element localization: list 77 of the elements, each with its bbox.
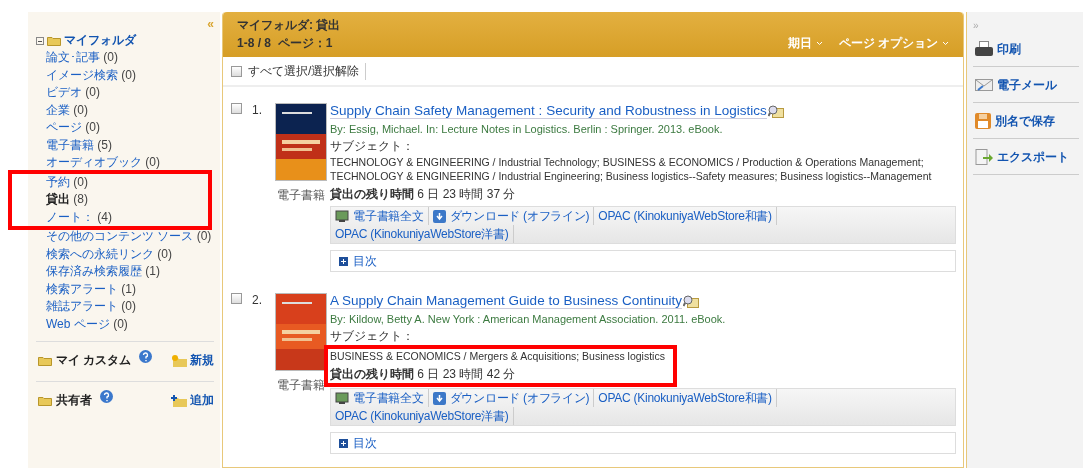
new-folder-icon xyxy=(171,354,187,367)
tool-link[interactable]: 別名で保存 xyxy=(973,103,1079,139)
caret-icon xyxy=(942,41,949,46)
folder-item[interactable]: その他のコンテンツ ソース (0) xyxy=(46,228,214,246)
help-icon[interactable] xyxy=(139,350,153,363)
subject-line: TECHNOLOGY & ENGINEERING / Industrial Engineering; Business logistics--Safety measures; Business logistics--Management xyxy=(330,169,932,184)
result-number: 1. xyxy=(252,103,263,120)
folder-icon xyxy=(38,355,52,366)
tool-link[interactable]: エクスポート xyxy=(973,139,1079,175)
loan-time-remaining: 貸出の残り時間 6 日 23 時間 37 分 xyxy=(330,186,516,204)
folder-item[interactable]: 企業 (0) xyxy=(46,101,214,119)
toc-link[interactable]: 目次 xyxy=(353,252,377,270)
add-folder-icon xyxy=(171,394,187,407)
folder-item[interactable]: Web ページ (0) xyxy=(46,315,214,333)
section-title: マイ カスタム xyxy=(56,352,132,369)
folder-item[interactable]: 論文･記事 (0) xyxy=(46,49,214,67)
full-text-link[interactable]: 電子書籍全文 xyxy=(331,389,429,408)
folder-item[interactable]: 雑誌アラート (0) xyxy=(46,298,214,316)
folder-item[interactable]: オーディオブック (0) xyxy=(46,154,214,172)
tool-link[interactable]: 電子メール xyxy=(973,67,1079,103)
format-label: 電子書籍 xyxy=(277,187,325,205)
folder-item[interactable]: 電子書籍 (5) xyxy=(46,136,214,154)
select-all-checkbox[interactable] xyxy=(231,65,242,77)
byline: By: Kildow, Betty A. New York : American Management Association. 2011. eBook. xyxy=(330,313,727,326)
folder-icon xyxy=(38,395,52,406)
loan-time-remaining: 貸出の残り時間 6 日 23 時間 42 分 xyxy=(330,366,516,384)
full-text-link[interactable]: OPAC (KinokuniyaWebStore和書) xyxy=(594,389,777,408)
caret-icon xyxy=(815,41,823,46)
folder-item[interactable]: 検索への永続リンク (0) xyxy=(46,245,214,263)
folder-item[interactable]: ノート： (4) xyxy=(46,208,208,226)
monitor-icon xyxy=(335,391,349,405)
result-title-link[interactable]: Supply Chain Safety Management : Security and Robustness in Logistics xyxy=(330,103,767,120)
help-icon[interactable] xyxy=(100,390,113,403)
result-number: 2. xyxy=(252,293,263,310)
tool-link[interactable]: 印刷 xyxy=(973,31,1079,67)
subject-line: BUSINESS & ECONOMICS / Mergers & Acquisitions; Business logistics xyxy=(330,349,665,364)
byline: By: Essig, Michael. In: Lecture Notes in Logistics. Berlin : Springer. 2013. eBook. xyxy=(330,123,724,136)
subject-label: サブジェクト： xyxy=(330,138,414,156)
result-title-link[interactable]: A Supply Chain Management Guide to Business Continuity xyxy=(330,293,682,310)
full-text-link[interactable]: ダウンロード (オフライン) xyxy=(428,389,595,408)
expand-icon[interactable] xyxy=(339,256,348,266)
preview-icon[interactable] xyxy=(682,294,699,308)
expand-icon[interactable] xyxy=(339,438,348,448)
panel-title: マイフォルダ: 貸出 xyxy=(237,17,341,34)
folder-item[interactable]: ページ (0) xyxy=(46,119,214,137)
export-icon xyxy=(975,149,993,165)
result-range: 1-8 / 8 ページ：1 xyxy=(237,35,334,52)
download-icon xyxy=(432,391,446,405)
folder-item[interactable]: ビデオ (0) xyxy=(46,84,214,102)
format-label: 電子書籍 xyxy=(277,377,325,395)
subject-label: サブジェクト： xyxy=(330,328,414,346)
full-text-link[interactable]: OPAC (KinokuniyaWebStore洋書) xyxy=(331,407,514,426)
collapse-tree-icon[interactable] xyxy=(36,36,44,45)
preview-icon[interactable] xyxy=(767,104,784,118)
full-text-link[interactable]: OPAC (KinokuniyaWebStore和書) xyxy=(594,207,777,226)
download-icon xyxy=(432,209,446,223)
full-text-link[interactable]: OPAC (KinokuniyaWebStore洋書) xyxy=(331,225,514,244)
result-checkbox[interactable] xyxy=(231,293,242,305)
folder-action-link[interactable]: 追加 xyxy=(171,392,214,409)
folder-item[interactable]: 予約 (0) xyxy=(46,173,208,191)
full-text-link[interactable]: ダウンロード (オフライン) xyxy=(428,207,595,226)
envelope-icon xyxy=(975,77,993,91)
folder-item[interactable]: イメージ検索 (0) xyxy=(46,66,214,84)
toc-link[interactable]: 目次 xyxy=(353,434,377,452)
subject-line: TECHNOLOGY & ENGINEERING / Industrial Technology; BUSINESS & ECONOMICS / Production & Operations Management; xyxy=(330,155,924,170)
section-title: 共有者 xyxy=(56,392,92,409)
monitor-icon xyxy=(335,209,349,223)
select-all-label[interactable]: すべて選択/選択解除 xyxy=(248,62,367,80)
result-checkbox[interactable] xyxy=(231,103,242,115)
full-text-link[interactable]: 電子書籍全文 xyxy=(331,207,429,226)
folder-icon xyxy=(47,35,61,46)
folder-title[interactable]: マイフォルダ xyxy=(64,32,136,49)
folder-item[interactable]: 検索アラート (1) xyxy=(46,280,214,298)
folder-action-link[interactable]: 新規 xyxy=(171,352,214,369)
printer-icon xyxy=(975,41,993,57)
folder-item[interactable]: 保存済み検索履歴 (1) xyxy=(46,263,214,281)
folder-item[interactable]: 貸出 (8) xyxy=(46,191,208,209)
